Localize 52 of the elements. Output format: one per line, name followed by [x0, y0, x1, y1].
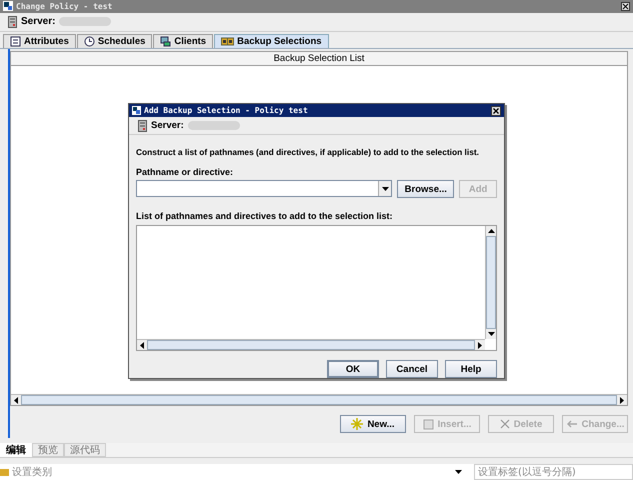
- pathname-combo-box[interactable]: [136, 180, 392, 197]
- field-label: List of pathnames and directives to add to the selection list:: [136, 211, 394, 221]
- column-header: Backup Selection List: [11, 52, 627, 66]
- blurred-value: [59, 17, 112, 26]
- right-arrow-icon: [619, 396, 625, 404]
- editor-tab[interactable]: 源代码: [64, 443, 106, 458]
- instruction-text: Construct a list of pathnames (and directives, if applicable) to add to the selection list.: [136, 147, 480, 157]
- browse-button[interactable]: Browse...: [397, 180, 454, 198]
- dialog-button[interactable]: Cancel: [386, 360, 438, 378]
- field-label: Pathname or directive:: [136, 167, 234, 177]
- folder-icon: [0, 468, 9, 476]
- arrow-icon: [566, 420, 578, 428]
- horizontal-scrollbar[interactable]: [137, 339, 485, 350]
- up-arrow-icon: [488, 228, 494, 234]
- tab[interactable]: Schedules: [76, 34, 152, 48]
- server-label: Server:: [21, 16, 56, 28]
- close-icon: [621, 2, 630, 11]
- server-icon: [138, 120, 147, 132]
- vertical-scrollbar[interactable]: [485, 226, 496, 339]
- editor-tab[interactable]: 预览: [32, 443, 64, 458]
- right-arrow-icon: [477, 342, 483, 348]
- window-icon: [3, 1, 13, 12]
- server-label: Server:: [151, 120, 184, 131]
- tab[interactable]: Backup Selections: [214, 34, 329, 48]
- horizontal-scrollbar[interactable]: [11, 394, 627, 406]
- dropdown-arrow-icon: [455, 470, 462, 474]
- placeholder-text: 设置类别: [12, 466, 53, 480]
- tab[interactable]: Attributes: [3, 34, 76, 48]
- tab[interactable]: Clients: [153, 34, 214, 48]
- category-dropdown[interactable]: 设置类别: [0, 464, 466, 480]
- left-arrow-icon: [139, 342, 145, 348]
- document-icon: [422, 418, 434, 430]
- dialog-button[interactable]: Help: [445, 360, 497, 378]
- clock-icon: [84, 36, 95, 47]
- left-arrow-icon: [13, 396, 19, 404]
- editor-tab[interactable]: 编辑: [0, 443, 32, 458]
- server-icon: [8, 16, 17, 28]
- close-icon: [491, 106, 501, 116]
- blurred-value: [188, 121, 240, 130]
- window-icon: [132, 106, 141, 115]
- sparkle-icon: [351, 418, 364, 430]
- dialog-title: Add Backup Selection - Policy test: [144, 106, 309, 115]
- close-icon: [500, 419, 510, 430]
- folders-icon: [221, 36, 234, 46]
- tags-field[interactable]: 设置标签(以逗号分隔): [474, 464, 633, 480]
- document-icon: [10, 36, 21, 47]
- dialog-button[interactable]: OK: [327, 360, 379, 378]
- computer-icon: [160, 36, 172, 47]
- window-title: Change Policy - test: [16, 2, 114, 11]
- dropdown-arrow-icon: [382, 186, 389, 190]
- action-button[interactable]: New...: [340, 415, 406, 434]
- down-arrow-icon: [488, 331, 494, 337]
